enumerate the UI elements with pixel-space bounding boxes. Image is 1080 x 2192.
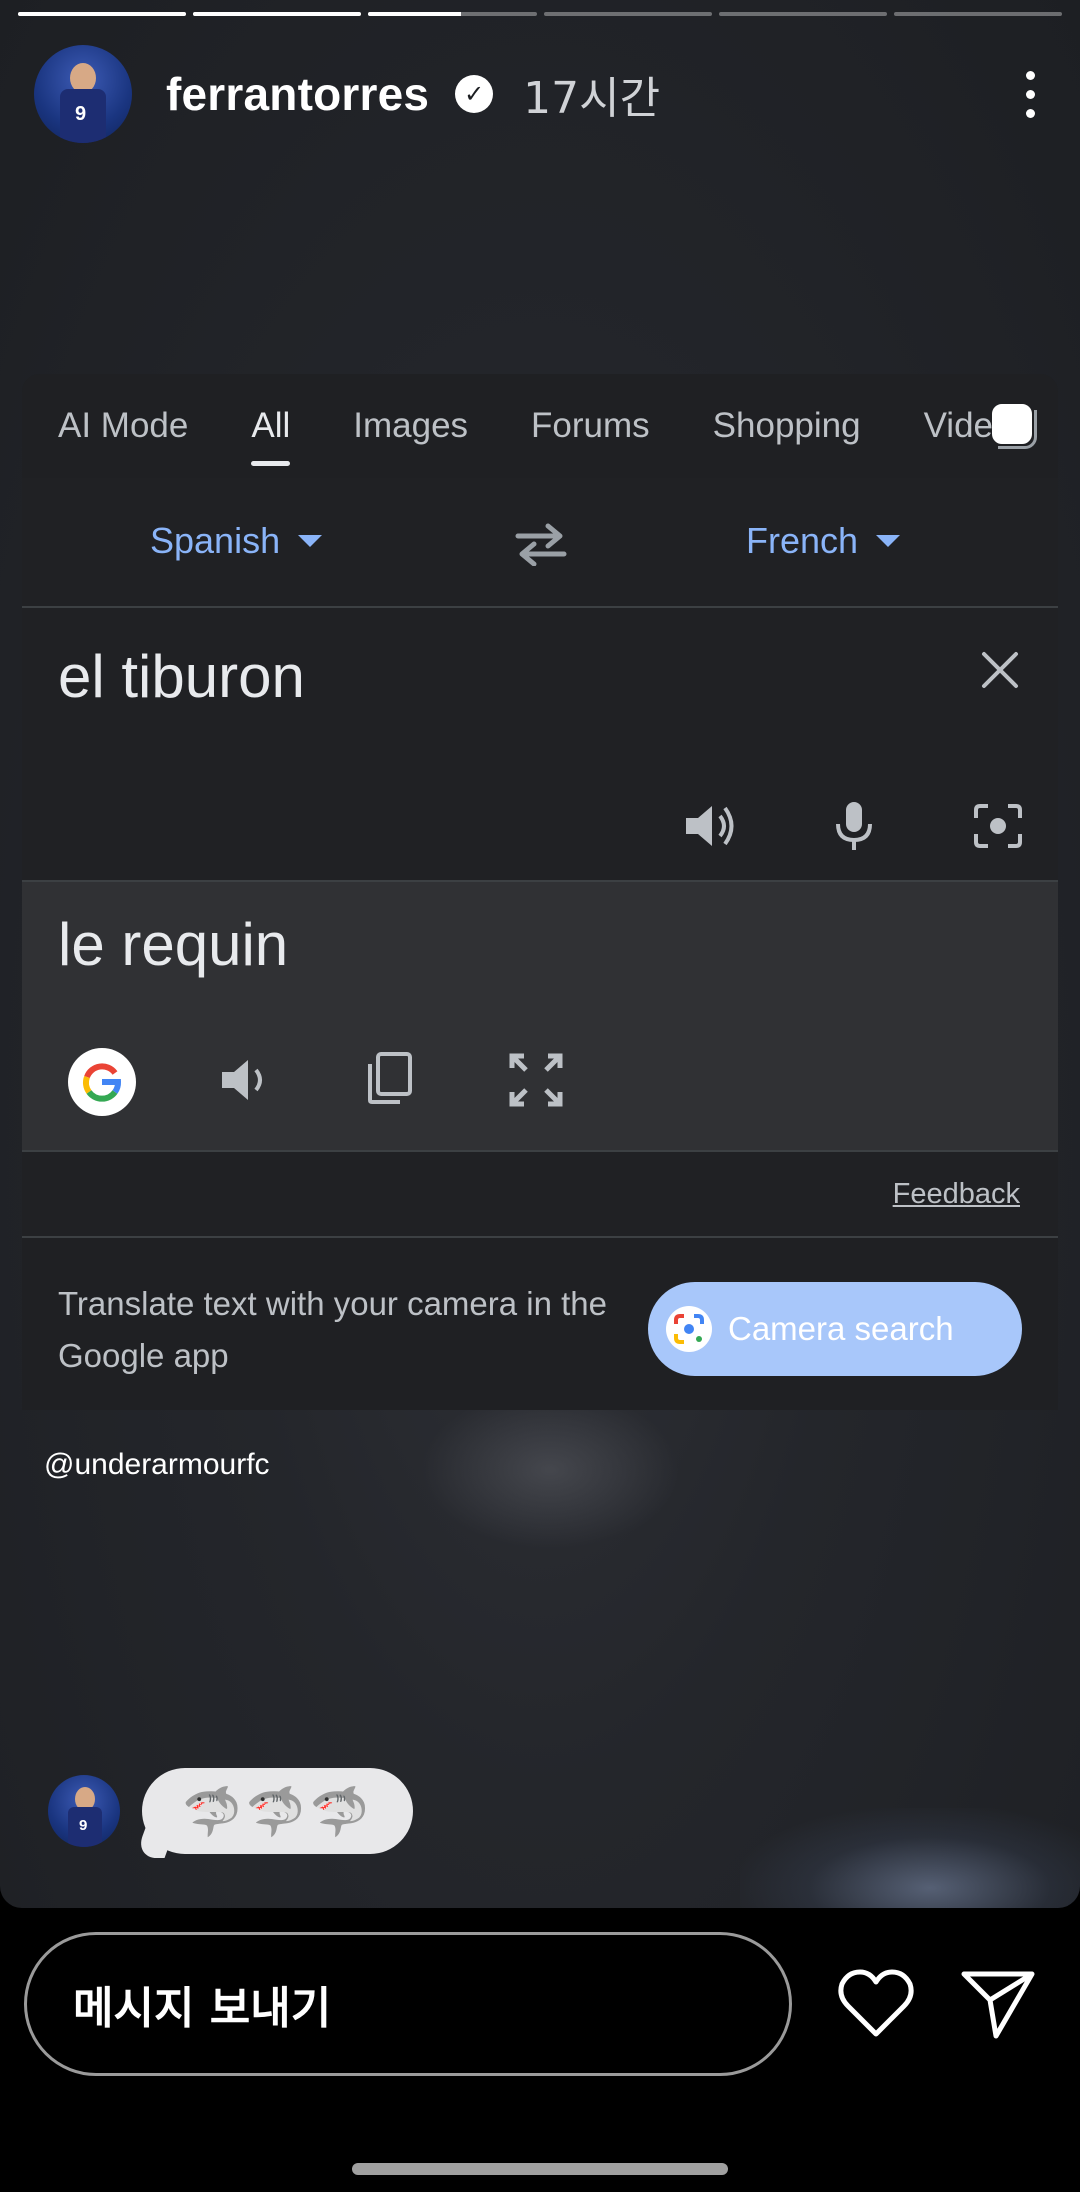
tab-all: All	[251, 406, 291, 466]
tab-forums: Forums	[531, 406, 650, 445]
camera-lens-icon	[974, 804, 1022, 848]
microphone-icon	[836, 802, 872, 850]
source-text: el tiburon	[58, 643, 305, 710]
target-language-label: French	[746, 520, 859, 561]
tab-images: Images	[353, 406, 469, 445]
google-logo-icon	[68, 1048, 136, 1116]
tab-ai-mode: AI Mode	[58, 406, 189, 445]
language-selector-row: Spanish French	[22, 478, 1058, 608]
feedback-row: Feedback	[22, 1152, 1058, 1238]
translation-text: le requin	[58, 911, 289, 978]
send-icon[interactable]	[958, 1966, 1038, 2042]
tab-shopping: Shopping	[712, 406, 861, 445]
profile-avatar[interactable]	[34, 45, 132, 143]
more-options-icon[interactable]	[1010, 64, 1050, 124]
message-placeholder: 메시지 보내기	[73, 1983, 332, 2034]
story-viewer[interactable]: ferrantorres ✓ 17시간 AI Mode All Images F…	[0, 0, 1080, 1908]
source-language-select: Spanish	[150, 520, 323, 562]
username[interactable]: ferrantorres	[166, 67, 429, 121]
fullscreen-icon	[509, 1053, 563, 1107]
progress-segment	[543, 12, 712, 16]
close-icon	[982, 652, 1018, 688]
promo-text: Translate text with your camera in the G…	[58, 1285, 608, 1374]
story-header: ferrantorres ✓ 17시간	[34, 45, 1060, 143]
heart-icon[interactable]	[836, 1966, 916, 2042]
home-indicator[interactable]	[352, 2163, 728, 2175]
dropdown-caret-icon	[298, 535, 323, 547]
google-lens-icon	[666, 1306, 712, 1352]
progress-segment	[18, 12, 187, 16]
shark-emojis: 🦈🦈🦈	[182, 1785, 374, 1839]
speaker-icon	[222, 1060, 262, 1100]
reply-avatar	[48, 1775, 120, 1847]
sticker-overlay-icon	[992, 404, 1037, 449]
camera-search-button: Camera search	[648, 1282, 1022, 1376]
progress-segment	[718, 12, 887, 16]
source-language-label: Spanish	[150, 520, 281, 561]
source-text-area: el tiburon	[22, 608, 1058, 882]
verified-badge-icon: ✓	[455, 75, 494, 113]
mention-tag[interactable]: @underarmourfc	[44, 1448, 270, 1482]
copy-icon	[368, 1052, 412, 1104]
speaker-icon	[686, 806, 734, 846]
translate-screenshot-card: AI Mode All Images Forums Shopping Video…	[22, 374, 1058, 1410]
feedback-link: Feedback	[892, 1178, 1020, 1210]
background-glow-corner	[740, 1808, 1080, 1908]
story-reply: 🦈🦈🦈	[48, 1768, 414, 1854]
background-glow	[420, 1390, 680, 1550]
target-language-select: French	[746, 520, 901, 562]
message-input[interactable]: 메시지 보내기	[24, 1932, 792, 2076]
translation-result-area: le requin	[22, 882, 1058, 1152]
story-progress-bar	[18, 12, 1063, 17]
emoji-bubble: 🦈🦈🦈	[142, 1768, 414, 1854]
progress-segment-current	[368, 12, 537, 16]
camera-search-label: Camera search	[728, 1310, 954, 1347]
post-time: 17시간	[523, 73, 661, 124]
progress-segment	[893, 12, 1063, 16]
camera-promo: Translate text with your camera in the G…	[22, 1238, 1058, 1410]
dropdown-caret-icon	[876, 535, 901, 547]
search-tabs: AI Mode All Images Forums Shopping Video…	[22, 374, 1058, 478]
progress-segment	[193, 12, 362, 16]
swap-languages-icon	[515, 523, 567, 566]
